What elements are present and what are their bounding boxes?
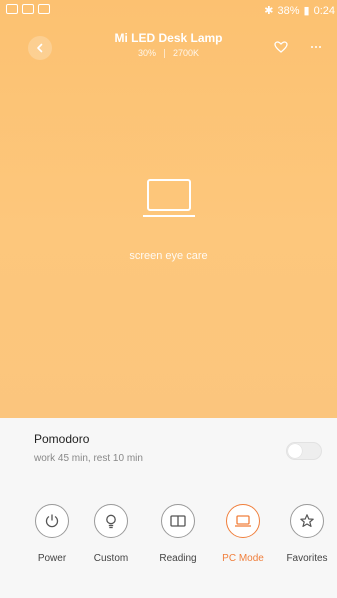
more-button[interactable] [306, 38, 326, 56]
brightness-value: 30% [137, 48, 156, 58]
bluetooth-icon: ✱ [264, 5, 274, 17]
pomodoro-toggle[interactable] [286, 442, 322, 460]
mode-label: Reading [159, 553, 197, 564]
laptop-icon [235, 515, 251, 527]
notification-icon [6, 4, 18, 14]
pc-mode-circle [226, 504, 260, 538]
mode-bar: Power Custom Reading PC Mode Favorites [0, 478, 337, 598]
battery-text: 38% [277, 4, 300, 17]
power-icon [45, 514, 59, 528]
hero-panel: ✱ 38% ▮ 0:24 Mi LED Desk Lamp 30% 2700K … [0, 0, 337, 418]
favorite-button[interactable] [272, 38, 290, 56]
pomodoro-title: Pomodoro [34, 432, 90, 446]
mode-label: PC Mode [222, 553, 264, 564]
stats-divider [163, 49, 165, 58]
reading-circle [161, 504, 195, 538]
bulb-icon [106, 514, 116, 529]
power-mode-button[interactable]: Power [22, 504, 82, 564]
favorites-mode-button[interactable]: Favorites [277, 504, 337, 564]
more-icon-dot [319, 46, 321, 48]
laptop-icon [143, 179, 195, 217]
custom-mode-button[interactable]: Custom [81, 504, 141, 564]
message-icon [38, 4, 50, 14]
pomodoro-row[interactable]: Pomodoro work 45 min, rest 10 min [0, 418, 337, 479]
color-temperature-value: 2700K [172, 48, 200, 58]
custom-circle [94, 504, 128, 538]
toggle-knob [288, 444, 302, 458]
status-left-icons [6, 4, 50, 14]
heart-icon [274, 41, 288, 53]
pc-mode-button[interactable]: PC Mode [213, 504, 273, 564]
more-icon-dot [315, 46, 317, 48]
more-icon [311, 46, 313, 48]
star-icon [300, 514, 314, 527]
image-icon [22, 4, 34, 14]
mode-description: screen eye care [129, 250, 208, 262]
mode-label: Power [37, 553, 67, 564]
battery-icon: ▮ [303, 5, 310, 17]
power-circle [35, 504, 69, 538]
time-text: 0:24 [313, 4, 335, 17]
pomodoro-subtitle: work 45 min, rest 10 min [34, 453, 143, 464]
favorites-circle [290, 504, 324, 538]
status-bar: ✱ 38% ▮ 0:24 [0, 0, 337, 20]
mode-label: Custom [93, 553, 129, 564]
status-right-icons: ✱ 38% ▮ 0:24 [264, 4, 335, 18]
reading-mode-button[interactable]: Reading [148, 504, 208, 564]
book-icon [170, 515, 186, 527]
mode-label: Favorites [286, 553, 328, 564]
